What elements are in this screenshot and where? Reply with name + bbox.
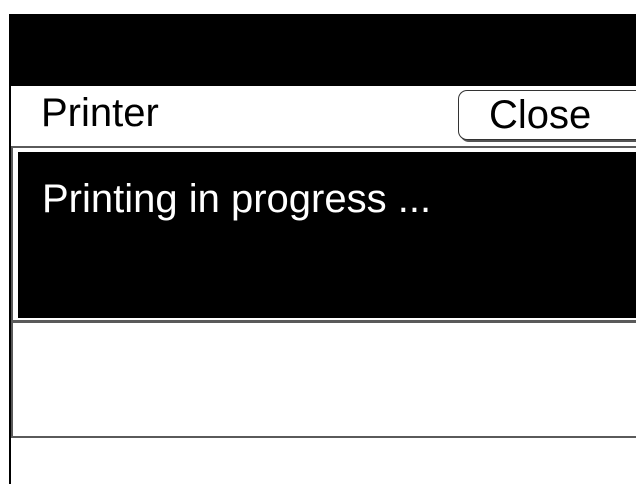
- close-button-label: Close: [489, 93, 592, 137]
- status-message-area: Printing in progress ...: [18, 152, 636, 318]
- status-message: Printing in progress ...: [42, 177, 432, 221]
- empty-lower-area: [13, 323, 636, 436]
- close-button[interactable]: Close: [458, 90, 636, 140]
- title-bar: [9, 14, 636, 86]
- dialog-title: Printer: [41, 91, 159, 135]
- dialog-header: Printer Close: [11, 86, 636, 144]
